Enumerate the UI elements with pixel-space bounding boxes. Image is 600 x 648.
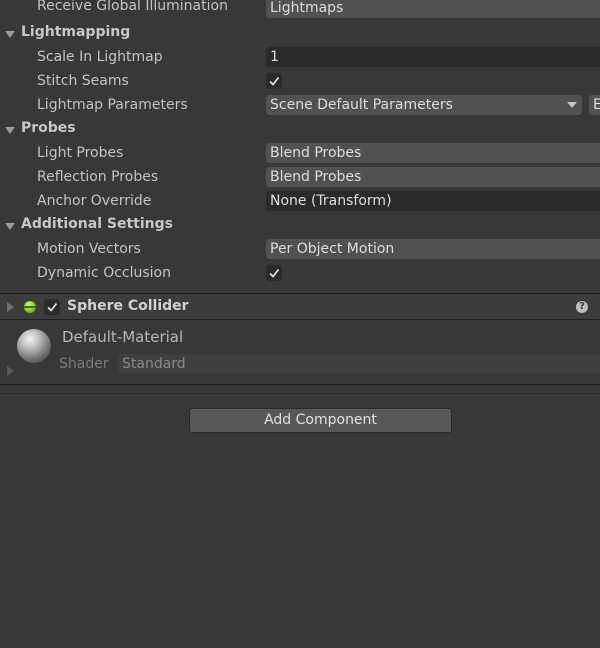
dynamic-occlusion-label: Dynamic Occlusion <box>37 265 171 281</box>
anchor-override-label: Anchor Override <box>37 193 152 209</box>
sphere-collider-header[interactable]: Sphere Collider ? ⋮ <box>0 295 600 319</box>
scale-in-lightmap-row: Scale In Lightmap 1 <box>0 46 600 70</box>
add-component-button[interactable]: Add Component <box>189 408 452 433</box>
checkmark-icon <box>269 77 280 86</box>
motion-vectors-row: Motion Vectors Per Object Motion <box>0 238 600 262</box>
probes-title: Probes <box>21 120 76 136</box>
dynamic-occlusion-checkbox[interactable] <box>266 265 282 281</box>
shader-dropdown[interactable]: Standard <box>118 354 600 374</box>
checkmark-icon <box>269 269 280 278</box>
shader-label: Shader <box>59 356 109 372</box>
help-icon[interactable]: ? <box>576 301 588 313</box>
chevron-down-icon <box>567 102 577 108</box>
sphere-collider-title: Sphere Collider <box>67 298 189 314</box>
stitch-seams-row: Stitch Seams <box>0 70 600 94</box>
motion-vectors-dropdown[interactable]: Per Object Motion <box>266 239 600 259</box>
inspector-end-divider <box>0 393 600 394</box>
receive-gi-label: Receive Global Illumination <box>37 0 228 14</box>
checkmark-icon <box>47 303 58 312</box>
sphere-collider-enable-checkbox[interactable] <box>44 299 60 315</box>
stitch-seams-label: Stitch Seams <box>37 73 129 89</box>
receive-gi-row: Receive Global Illumination Lightmaps <box>0 0 600 24</box>
receive-gi-dropdown[interactable]: Lightmaps <box>266 0 600 18</box>
anchor-override-object-field[interactable]: None (Transform) <box>266 191 600 211</box>
sphere-collider-icon <box>24 301 36 313</box>
material-bottom-divider <box>0 384 600 385</box>
lightmap-parameters-row: Lightmap Parameters Scene Default Parame… <box>0 94 600 118</box>
scale-in-lightmap-input[interactable]: 1 <box>266 47 600 67</box>
foldout-arrow-icon <box>5 31 15 38</box>
lightmapping-title: Lightmapping <box>21 24 131 40</box>
probes-section-header[interactable]: Probes <box>0 118 600 142</box>
light-probes-row: Light Probes Blend Probes <box>0 142 600 166</box>
light-probes-dropdown[interactable]: Blend Probes <box>266 143 600 163</box>
component-menu-icon[interactable]: ⋮ <box>595 301 600 315</box>
edit-parameters-button[interactable]: E <box>589 95 600 115</box>
anchor-override-row: Anchor Override None (Transform) <box>0 190 600 214</box>
lightmap-parameters-label: Lightmap Parameters <box>37 97 188 113</box>
additional-settings-title: Additional Settings <box>21 216 173 232</box>
reflection-probes-row: Reflection Probes Blend Probes <box>0 166 600 190</box>
material-name: Default-Material <box>62 328 184 346</box>
foldout-arrow-icon <box>5 127 15 134</box>
stitch-seams-checkbox[interactable] <box>266 73 282 89</box>
foldout-arrow-icon <box>5 223 15 230</box>
lightmap-parameters-value: Scene Default Parameters <box>270 97 453 113</box>
reflection-probes-label: Reflection Probes <box>37 169 159 185</box>
collapsed-arrow-icon[interactable] <box>7 302 14 312</box>
light-probes-label: Light Probes <box>37 145 124 161</box>
additional-settings-section-header[interactable]: Additional Settings <box>0 214 600 238</box>
component-divider <box>0 293 600 294</box>
motion-vectors-label: Motion Vectors <box>37 241 141 257</box>
material-divider <box>0 319 600 320</box>
collapsed-arrow-icon[interactable] <box>7 366 14 376</box>
reflection-probes-dropdown[interactable]: Blend Probes <box>266 167 600 187</box>
dynamic-occlusion-row: Dynamic Occlusion <box>0 262 600 286</box>
lightmap-parameters-dropdown[interactable]: Scene Default Parameters <box>266 95 582 115</box>
lightmapping-section-header[interactable]: Lightmapping <box>0 22 600 46</box>
material-preview-sphere <box>17 329 51 363</box>
scale-in-lightmap-label: Scale In Lightmap <box>37 49 163 65</box>
